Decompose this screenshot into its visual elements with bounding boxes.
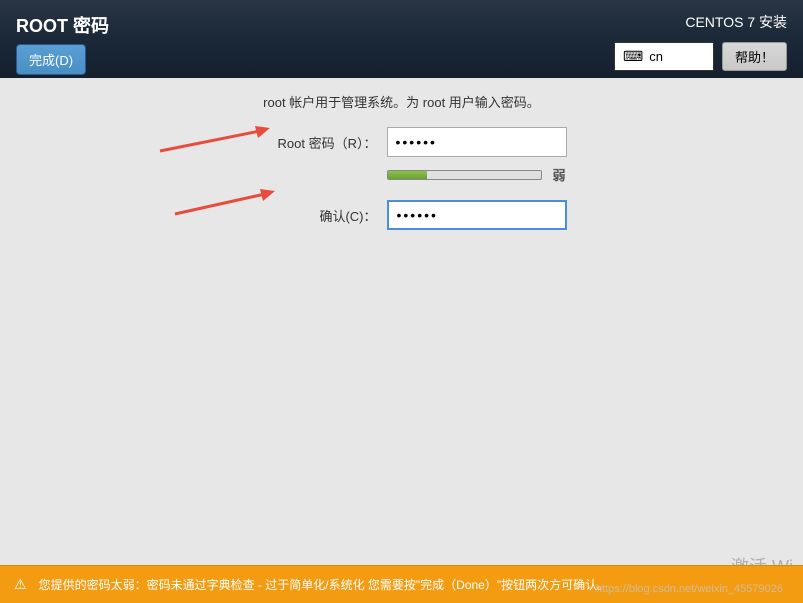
warning-icon: ⚠ [14,576,27,593]
strength-fill [388,171,426,179]
header: ROOT 密码 完成(D) CENTOS 7 安装 ⌨ cn 帮助！ [0,0,803,78]
installer-title: CENTOS 7 安装 [685,12,787,32]
warning-message: 您提供的密码太弱：密码未通过字典检查 - 过于简单化/系统化 您需要按"完成（D… [39,576,610,593]
lang-help-row: ⌨ cn 帮助！ [614,42,787,71]
confirm-row: 确认(C)： [20,200,783,230]
keyboard-icon: ⌨ [623,48,643,65]
root-password-input[interactable] [387,127,567,157]
done-button[interactable]: 完成(D) [16,44,86,75]
password-label: Root 密码（R）： [237,133,377,152]
strength-bar [387,170,542,180]
header-right: CENTOS 7 安装 ⌨ cn 帮助！ [614,12,787,66]
password-row: Root 密码（R）： [20,127,783,157]
page-title: ROOT 密码 [16,12,109,38]
language-selector[interactable]: ⌨ cn [614,42,714,71]
strength-label: 弱 [552,165,565,184]
language-code: cn [649,49,663,64]
content: root 帐户用于管理系统。为 root 用户输入密码。 Root 密码（R）：… [0,78,803,252]
strength-row: 弱 [170,165,783,184]
help-button[interactable]: 帮助！ [722,42,787,71]
header-left: ROOT 密码 完成(D) [16,12,109,66]
watermark-url: https://blog.csdn.net/weixin_45579026 [596,583,783,595]
instruction-text: root 帐户用于管理系统。为 root 用户输入密码。 [20,92,783,111]
confirm-password-input[interactable] [387,200,567,230]
confirm-label: 确认(C)： [237,206,377,225]
